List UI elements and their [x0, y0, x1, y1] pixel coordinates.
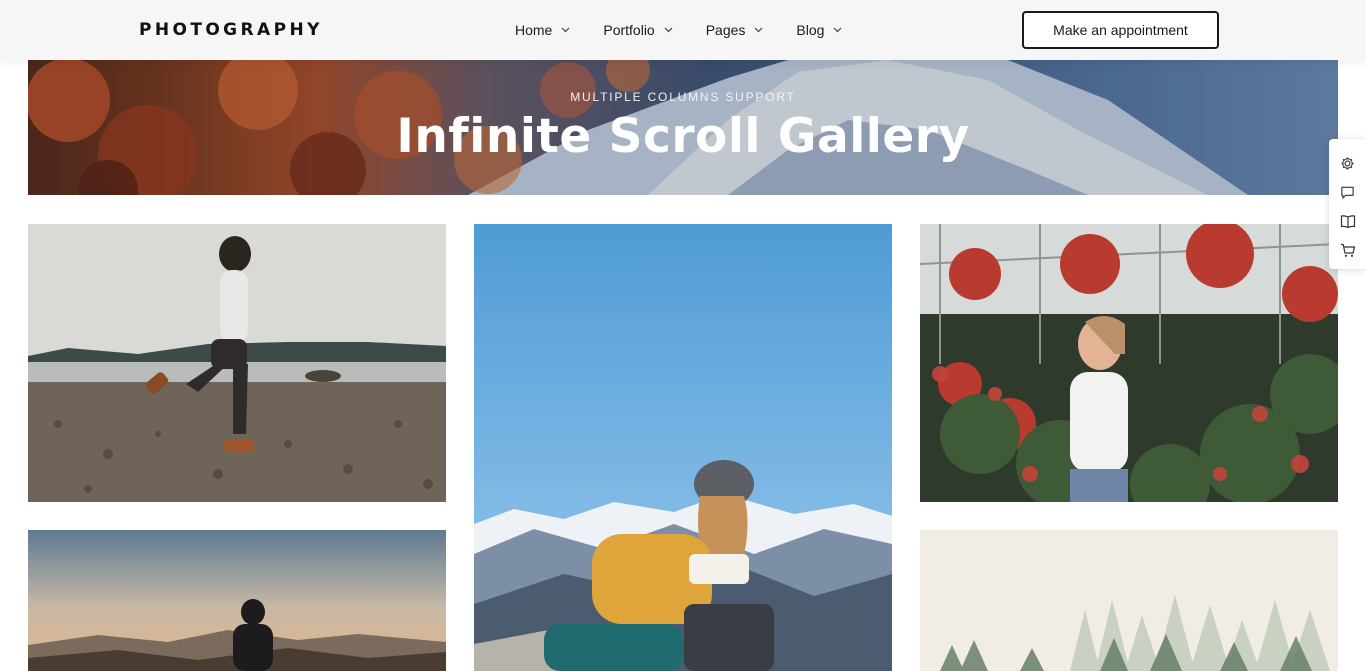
hero-eyebrow: MULTIPLE COLUMNS SUPPORT: [570, 90, 796, 104]
hero-title: Infinite Scroll Gallery: [396, 109, 970, 164]
nav-item-label: Home: [515, 22, 553, 38]
nav-item-portfolio[interactable]: Portfolio: [603, 20, 673, 40]
gallery-image: [920, 224, 1338, 502]
page: PHOTOGRAPHY Home Portfolio Pages Blog Ma…: [0, 0, 1366, 671]
book-icon[interactable]: [1338, 211, 1358, 231]
nav-item-label: Blog: [796, 22, 825, 38]
chevron-down-icon: [664, 27, 673, 33]
hero-banner: MULTIPLE COLUMNS SUPPORT Infinite Scroll…: [28, 60, 1338, 195]
nav-item-home[interactable]: Home: [515, 20, 570, 40]
chevron-down-icon: [561, 27, 570, 33]
nav-item-label: Pages: [705, 22, 746, 38]
site-header: PHOTOGRAPHY Home Portfolio Pages Blog Ma…: [0, 0, 1366, 60]
gallery-tile[interactable]: [920, 224, 1338, 502]
gallery-image: [474, 224, 892, 671]
main-nav: Home Portfolio Pages Blog: [515, 20, 875, 40]
nav-item-pages[interactable]: Pages: [706, 20, 764, 40]
gallery-tile[interactable]: [28, 224, 446, 502]
site-logo[interactable]: PHOTOGRAPHY: [139, 20, 323, 40]
chevron-down-icon: [833, 27, 842, 33]
chat-icon[interactable]: [1338, 182, 1358, 202]
gallery-tile[interactable]: [474, 224, 892, 671]
nav-item-blog[interactable]: Blog: [796, 20, 842, 40]
cart-icon[interactable]: [1338, 240, 1358, 260]
gallery-image: [28, 224, 446, 502]
side-utility-panel: [1329, 139, 1366, 269]
gallery-image: [28, 530, 446, 671]
gallery-tile[interactable]: [28, 530, 446, 671]
gallery-image: [920, 530, 1338, 671]
gallery-tile[interactable]: [920, 530, 1338, 671]
make-appointment-button[interactable]: Make an appointment: [1022, 11, 1219, 49]
gear-icon[interactable]: [1338, 153, 1358, 173]
nav-item-label: Portfolio: [603, 22, 655, 38]
chevron-down-icon: [754, 27, 763, 33]
